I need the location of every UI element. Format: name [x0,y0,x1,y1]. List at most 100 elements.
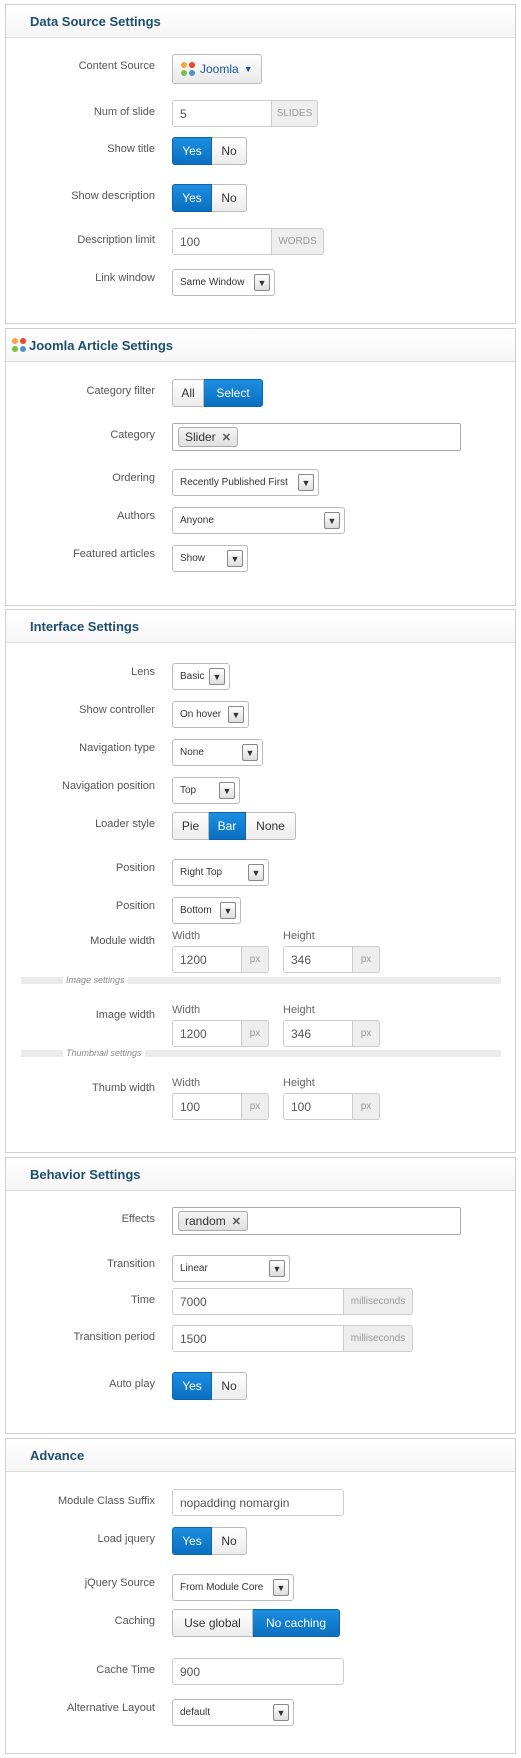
position-label: Position [115,862,155,874]
joomla-article-title: Joomla Article Settings [29,337,173,353]
description-limit-input[interactable]: 100 [172,228,272,255]
show-title-no[interactable]: No [212,137,247,165]
load-jquery-label: Load jquery [97,1533,156,1545]
image-settings-caption: Image settings [63,975,128,985]
chevron-down-icon: ▼ [228,706,244,723]
effects-tag-input[interactable]: random ✕ [172,1207,461,1235]
position-select[interactable]: Right Top ▼ [172,859,269,886]
show-title-label: Show title [107,143,155,155]
load-jquery-no[interactable]: No [212,1527,247,1555]
image-height-input[interactable]: 346 [283,1020,353,1047]
category-filter-select[interactable]: Select [204,379,263,407]
auto-play-label: Auto play [109,1378,155,1390]
show-description-label: Show description [71,190,155,202]
chevron-down-icon: ▼ [227,550,243,567]
px-addon: px [353,1093,380,1120]
show-description-yes[interactable]: Yes [172,184,212,212]
alternative-layout-label: Alternative Layout [66,1702,155,1714]
load-jquery-yes[interactable]: Yes [172,1527,212,1555]
show-description-no[interactable]: No [212,184,247,212]
chevron-down-icon: ▼ [298,474,314,491]
description-limit-label: Description limit [77,234,155,246]
chevron-down-icon: ▼ [219,782,235,799]
link-window-select[interactable]: Same Window ▼ [172,269,275,296]
show-controller-value: On hover [180,709,222,720]
caching-no-caching[interactable]: No caching [253,1609,340,1637]
show-title-yes[interactable]: Yes [172,137,212,165]
auto-play-no[interactable]: No [212,1372,247,1400]
featured-articles-label: Featured articles [73,548,155,560]
transition-select[interactable]: Linear ▼ [172,1255,290,1282]
category-filter-all[interactable]: All [172,379,204,407]
loader-style-bar[interactable]: Bar [209,812,246,840]
navigation-type-label: Navigation type [79,742,155,754]
thumb-width-width-label: Width [172,1077,201,1089]
milliseconds-addon: milliseconds [344,1288,413,1315]
slides-addon: SLIDES [272,100,318,127]
remove-tag-icon[interactable]: ✕ [232,1215,241,1228]
thumb-height-input[interactable]: 100 [283,1093,353,1120]
position-select-2[interactable]: Bottom ▼ [172,897,241,924]
transition-period-label: Transition period [73,1331,155,1343]
chevron-down-icon: ▼ [242,744,258,761]
cache-time-input[interactable]: 900 [172,1658,344,1685]
px-addon: px [242,1020,269,1047]
ordering-select[interactable]: Recently Published First ▼ [172,469,319,496]
category-filter-label: Category filter [86,385,155,397]
joomla-logo-icon [181,62,195,76]
navigation-position-select[interactable]: Top ▼ [172,777,240,804]
content-source-dropdown[interactable]: Joomla ▼ [172,54,262,84]
data-source-title: Data Source Settings [6,5,515,38]
image-width-input[interactable]: 1200 [172,1020,242,1047]
jquery-source-select[interactable]: From Module Core ▼ [172,1574,294,1601]
position-value: Right Top [180,867,223,878]
auto-play-yes[interactable]: Yes [172,1372,212,1400]
loader-style-none[interactable]: None [246,812,296,840]
num-of-slide-input[interactable]: 5 [172,100,272,127]
caching-label: Caching [114,1615,155,1627]
thumb-width-input[interactable]: 100 [172,1093,242,1120]
position-value-2: Bottom [180,905,212,916]
module-width-input[interactable]: 1200 [172,946,242,973]
authors-label: Authors [117,510,155,522]
navigation-type-value: None [180,747,204,758]
authors-select[interactable]: Anyone ▼ [172,507,345,534]
transition-period-input[interactable]: 1500 [172,1325,344,1352]
joomla-logo-icon [12,338,26,352]
featured-articles-value: Show [180,553,206,564]
content-source-label: Content Source [78,60,155,72]
content-source-value: Joomla [200,62,239,76]
caching-use-global[interactable]: Use global [172,1609,253,1637]
module-class-suffix-input[interactable]: nopadding nomargin [172,1489,344,1516]
jquery-source-value: From Module Core [180,1582,264,1593]
remove-tag-icon[interactable]: ✕ [222,431,231,444]
caret-down-icon: ▼ [243,64,253,74]
category-tag-input[interactable]: Slider ✕ [172,423,461,451]
alternative-layout-value: default [180,1707,211,1718]
module-height-input[interactable]: 346 [283,946,353,973]
category-tag: Slider ✕ [178,427,238,447]
show-controller-select[interactable]: On hover ▼ [172,701,249,728]
authors-value: Anyone [180,515,214,526]
image-width-label: Image width [95,1009,155,1021]
thumbnail-settings-caption: Thumbnail settings [63,1048,145,1058]
ordering-label: Ordering [112,472,155,484]
module-class-suffix-label: Module Class Suffix [57,1495,155,1507]
chevron-down-icon: ▼ [209,668,225,685]
behavior-title: Behavior Settings [6,1158,515,1191]
thumb-width-height-label: Height [283,1077,315,1089]
thumb-width-label: Thumb width [92,1082,155,1094]
time-input[interactable]: 7000 [172,1288,344,1315]
loader-style-pie[interactable]: Pie [172,812,209,840]
category-tag-text: Slider [185,430,216,444]
effects-tag: random ✕ [178,1211,248,1231]
featured-articles-select[interactable]: Show ▼ [172,545,248,572]
lens-label: Lens [131,666,155,678]
navigation-position-label: Navigation position [62,780,155,792]
navigation-type-select[interactable]: None ▼ [172,739,263,766]
lens-select[interactable]: Basic ▼ [172,663,230,690]
px-addon: px [242,1093,269,1120]
module-width-label: Module width [90,935,155,947]
category-label: Category [110,429,155,441]
alternative-layout-select[interactable]: default ▼ [172,1699,294,1726]
